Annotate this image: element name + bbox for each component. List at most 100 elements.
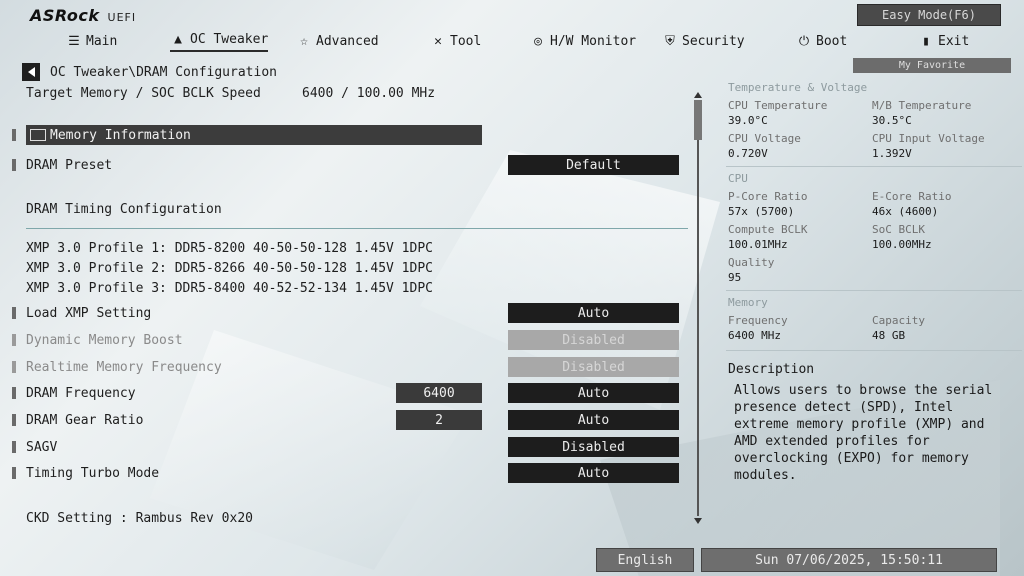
scroll-track[interactable] <box>697 100 699 516</box>
dynamic-boost-select: Disabled <box>508 330 679 350</box>
load-xmp-row[interactable]: Load XMP Setting <box>12 303 151 323</box>
tab-oc-tweaker-label: OC Tweaker <box>190 32 269 47</box>
dram-timing-config-link[interactable]: DRAM Timing Configuration <box>26 199 222 219</box>
tab-tool[interactable]: ✕ Tool <box>430 30 481 52</box>
cpu-voltage-label: CPU Voltage <box>728 132 801 145</box>
exit-door-icon: ▮ <box>922 33 930 49</box>
cpu-input-voltage-label: CPU Input Voltage <box>872 132 985 145</box>
panel-divider <box>726 290 1022 291</box>
gear-ratio-label: DRAM Gear Ratio <box>26 412 144 428</box>
section-divider <box>26 228 688 229</box>
tab-security[interactable]: ⛨ Security <box>662 30 745 52</box>
load-xmp-select[interactable]: Auto <box>508 303 679 323</box>
row-marker <box>12 387 16 399</box>
row-marker <box>12 129 16 141</box>
xmp-profile-3: XMP 3.0 Profile 3: DDR5-8400 40-52-52-13… <box>26 281 433 296</box>
pcore-ratio-label: P-Core Ratio <box>728 190 808 203</box>
breadcrumb: OC Tweaker\DRAM Configuration <box>22 62 277 82</box>
quality-value: 95 <box>728 271 742 284</box>
quality-label: Quality <box>728 256 775 269</box>
row-marker <box>12 467 16 479</box>
ecore-ratio-value: 46x (4600) <box>872 205 939 218</box>
asrock-logo: ASRock UEFI <box>30 6 136 28</box>
tab-hw-monitor[interactable]: ◎ H/W Monitor <box>530 30 636 52</box>
ecore-ratio-label: E-Core Ratio <box>872 190 952 203</box>
memory-capacity-label: Capacity <box>872 314 925 327</box>
memory-frequency-label: Frequency <box>728 314 788 327</box>
scroll-up-arrow-icon[interactable] <box>694 92 702 98</box>
power-icon: ⏻ <box>798 33 810 49</box>
cpu-voltage-value: 0.720V <box>728 147 768 160</box>
shield-icon: ⛨ <box>665 33 675 49</box>
sagv-label: SAGV <box>26 439 58 455</box>
tab-boot[interactable]: ⏻ Boot <box>796 30 847 52</box>
memory-frequency-value: 6400 MHz <box>728 329 781 342</box>
realtime-freq-select: Disabled <box>508 357 679 377</box>
description-body: Allows users to browse the serial presen… <box>734 383 993 483</box>
description-title: Description <box>728 362 815 377</box>
dram-frequency-row[interactable]: DRAM Frequency <box>12 383 136 403</box>
tab-exit-label: Exit <box>938 33 970 49</box>
settings-scrollbar[interactable] <box>694 92 702 524</box>
xmp-profile-2: XMP 3.0 Profile 2: DDR5-8266 40-50-50-12… <box>26 261 433 276</box>
tab-main-label: Main <box>86 33 118 49</box>
memory-information-item[interactable]: Memory Information <box>26 125 482 145</box>
row-marker <box>12 307 16 319</box>
language-button[interactable]: English <box>596 548 694 572</box>
realtime-freq-label: Realtime Memory Frequency <box>26 359 222 375</box>
pcore-ratio-value: 57x (5700) <box>728 205 795 218</box>
dram-preset-row[interactable]: DRAM Preset <box>12 155 112 175</box>
logo-brand: ASRock <box>30 6 100 25</box>
tab-hw-monitor-label: H/W Monitor <box>550 33 637 49</box>
target-speed-label: Target Memory / SOC BCLK Speed <box>26 86 261 101</box>
cpu-temp-label: CPU Temperature <box>728 99 828 112</box>
realtime-freq-row: Realtime Memory Frequency <box>12 357 222 377</box>
mb-temp-value: 30.5°C <box>872 114 912 127</box>
dram-frequency-select[interactable]: Auto <box>508 383 679 403</box>
gear-ratio-select[interactable]: Auto <box>508 410 679 430</box>
gear-ratio-row[interactable]: DRAM Gear Ratio <box>12 410 143 430</box>
timing-turbo-row[interactable]: Timing Turbo Mode <box>12 463 159 483</box>
sagv-row[interactable]: SAGV <box>12 437 57 457</box>
memory-module-icon <box>30 129 46 141</box>
memory-information-label: Memory Information <box>50 127 191 143</box>
hardware-monitor-panel: Temperature & Voltage CPU Temperature 39… <box>712 78 1022 548</box>
timing-turbo-select[interactable]: Auto <box>508 463 679 483</box>
cpu-temp-value: 39.0°C <box>728 114 768 127</box>
sagv-select[interactable]: Disabled <box>508 437 679 457</box>
tab-oc-tweaker[interactable]: ▲ OC Tweaker <box>170 30 269 52</box>
temp-voltage-title: Temperature & Voltage <box>728 81 868 94</box>
tab-advanced[interactable]: ☆ Advanced <box>296 30 379 52</box>
dynamic-boost-row: Dynamic Memory Boost <box>12 330 183 350</box>
my-favorite-button[interactable]: My Favorite <box>853 58 1011 73</box>
scroll-down-arrow-icon[interactable] <box>694 518 702 524</box>
soc-bclk-label: SoC BCLK <box>872 223 925 236</box>
dram-preset-select[interactable]: Default <box>508 155 679 175</box>
datetime-display[interactable]: Sun 07/06/2025, 15:50:11 <box>701 548 997 572</box>
row-marker <box>12 414 16 426</box>
memory-section-title: Memory <box>728 296 768 309</box>
rocket-icon: ▲ <box>174 32 182 47</box>
compute-bclk-value: 100.01MHz <box>728 238 788 251</box>
main-nav: ☰ Main ▲ OC Tweaker ☆ Advanced ✕ Tool ◎ … <box>0 30 1024 52</box>
dynamic-boost-label: Dynamic Memory Boost <box>26 332 183 348</box>
memory-information-row[interactable] <box>12 125 26 145</box>
cpu-input-voltage-value: 1.392V <box>872 147 912 160</box>
easy-mode-button[interactable]: Easy Mode(F6) <box>857 4 1001 26</box>
tab-main[interactable]: ☰ Main <box>66 30 117 52</box>
back-arrow-icon[interactable] <box>22 63 40 81</box>
panel-divider <box>726 350 1022 351</box>
breadcrumb-text: OC Tweaker\DRAM Configuration <box>50 64 277 80</box>
tab-boot-label: Boot <box>816 33 848 49</box>
scroll-thumb[interactable] <box>694 100 702 140</box>
memory-capacity-value: 48 GB <box>872 329 906 342</box>
cpu-section-title: CPU <box>728 172 748 185</box>
monitor-gauge-icon: ◎ <box>534 33 542 49</box>
xmp-profile-1: XMP 3.0 Profile 1: DDR5-8200 40-50-50-12… <box>26 241 433 256</box>
tab-tool-label: Tool <box>450 33 482 49</box>
tab-exit[interactable]: ▮ Exit <box>918 30 969 52</box>
dram-preset-label: DRAM Preset <box>26 157 113 173</box>
timing-turbo-label: Timing Turbo Mode <box>26 465 160 481</box>
soc-bclk-value: 100.00MHz <box>872 238 932 251</box>
dram-frequency-label: DRAM Frequency <box>26 385 136 401</box>
